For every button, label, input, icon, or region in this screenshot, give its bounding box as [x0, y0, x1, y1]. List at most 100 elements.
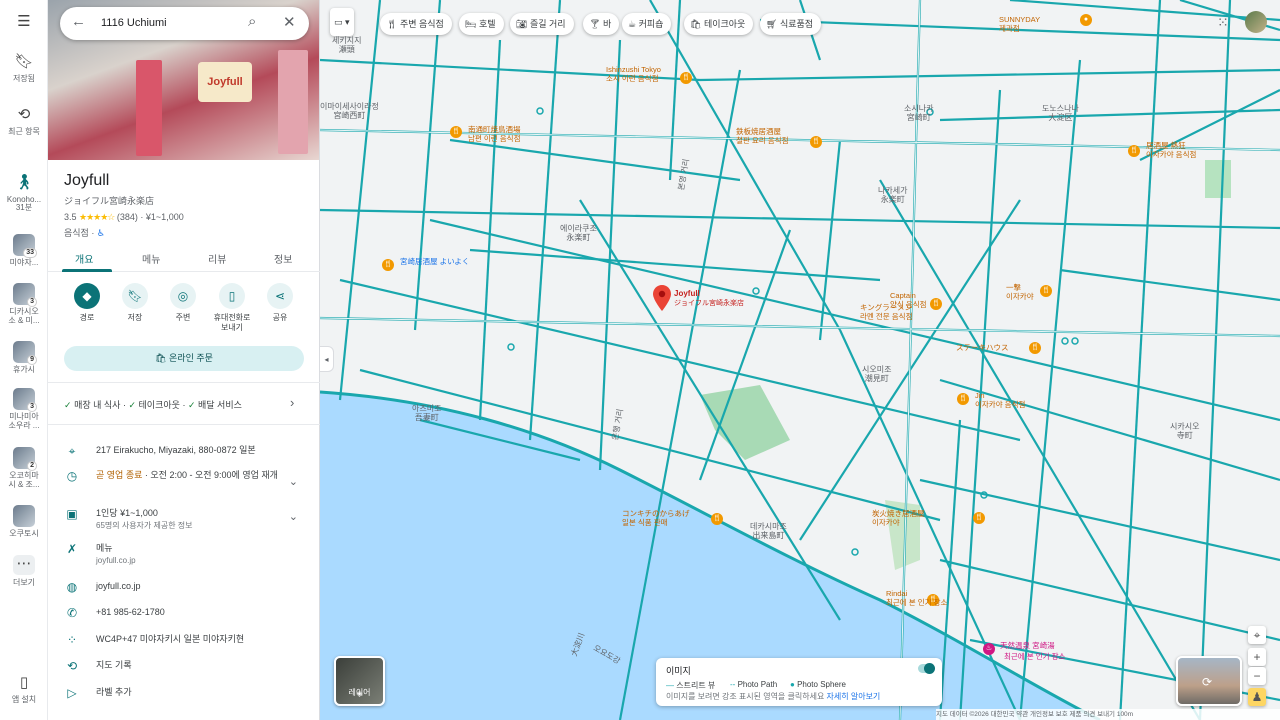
bakery-poi-icon[interactable]: ●	[1080, 14, 1092, 26]
rail-recent-place-5[interactable]: 2 오코히마 시 & 조...	[0, 447, 48, 490]
chip-groceries[interactable]: 🛒︎ 식료품점	[760, 13, 822, 35]
collapse-panel-button[interactable]: ◂	[320, 346, 334, 372]
map-type-toggle[interactable]: ▭ ▾	[330, 8, 354, 36]
poi-label[interactable]: 鉄板焼居酒屋 철판 요리 음식점	[736, 127, 788, 145]
dashed-line-icon: --	[730, 680, 738, 689]
label-icon: ▷	[67, 686, 77, 700]
restaurant-poi-icon[interactable]: 🍴︎	[957, 393, 969, 405]
area-label: 에이라쿠조 永楽町	[560, 224, 597, 243]
restaurant-poi-icon[interactable]: 🍴︎	[680, 72, 692, 84]
search-icon[interactable]: ⌕	[248, 13, 256, 30]
restaurant-poi-icon[interactable]: 🍴︎	[1040, 285, 1052, 297]
place-thumbnail: 3	[13, 388, 37, 412]
map-canvas[interactable]: ▭ ▾ 🍴︎ 주변 음식점 🛏︎ 호텔 📷︎ 즐길 거리 🍸︎ 바 ☕︎ 커피숍…	[320, 0, 1280, 720]
pegman-button[interactable]: ♟︎	[1248, 688, 1266, 706]
street-view-preview[interactable]: ⟳	[1176, 656, 1242, 706]
area-label: 데카시마조 出来島町	[750, 522, 787, 541]
online-order-button[interactable]: 🛍︎ 온라인 주문	[64, 346, 304, 371]
chip-restaurants[interactable]: 🍴︎ 주변 음식점	[380, 13, 452, 35]
poi-label[interactable]: 天然温泉 宮崎湯	[1000, 641, 1055, 651]
toggle-switch[interactable]	[918, 663, 935, 674]
send-to-phone-button[interactable]: ▯ 휴대전화로 보내기	[207, 283, 257, 332]
rail-more[interactable]: ⋯ 더보기	[0, 555, 48, 588]
selected-place-pin-icon[interactable]	[653, 285, 671, 311]
rail-saved[interactable]: 🔖︎ 저장됨	[0, 53, 48, 83]
restaurant-poi-icon[interactable]: 🍴︎	[1128, 145, 1140, 157]
my-location-button[interactable]: ⌖	[1248, 626, 1266, 644]
tab-overview[interactable]: 개요	[75, 251, 93, 266]
review-count[interactable]: (384)	[117, 212, 138, 222]
chip-hotels[interactable]: 🛏︎ 호텔	[459, 13, 504, 35]
poi-label[interactable]: ステーキハウス	[956, 343, 1009, 353]
restaurant-poi-icon[interactable]: 🍴︎	[450, 126, 462, 138]
chip-takeout[interactable]: 🛍︎ 테이크아웃	[684, 13, 754, 35]
share-button[interactable]: ⋖ 공유	[255, 283, 305, 323]
poi-label[interactable]: キングラーメン 라멘 전문 음식점	[860, 303, 912, 321]
tab-about[interactable]: 정보	[274, 251, 292, 266]
chevron-down-icon[interactable]: ⌄	[289, 475, 298, 488]
back-arrow-icon[interactable]: ←	[71, 13, 86, 30]
rail-recent-place-1[interactable]: 33 미야자...	[0, 234, 48, 268]
area-label: 세키지지 瀬頭	[332, 36, 362, 55]
cart-icon: 🛒︎	[766, 19, 780, 29]
chip-coffee[interactable]: ☕︎ 커피숍	[622, 13, 672, 35]
layers-button[interactable]: ◈ 레이어	[334, 656, 385, 706]
poi-label[interactable]: 炭火焼き居酒屋 이자카야	[872, 509, 925, 527]
save-button[interactable]: 🔖︎ 저장	[110, 283, 160, 323]
learn-more-link[interactable]: 자세히 알아보기	[827, 692, 881, 701]
restaurant-poi-icon[interactable]: 🍴︎	[711, 513, 723, 525]
chevron-right-icon[interactable]: ›	[290, 395, 294, 410]
zoom-in-button[interactable]: +	[1248, 648, 1266, 666]
close-icon[interactable]: ✕	[283, 13, 296, 31]
poi-label[interactable]: 一撃 이자카야	[1006, 283, 1034, 301]
poi-label[interactable]: Ishinzushi Tokyo 소시 이런 음식점	[606, 65, 661, 83]
rail-recent[interactable]: ⟲ 최근 항목	[0, 106, 48, 136]
chip-bars[interactable]: 🍸︎ 바	[583, 13, 620, 35]
history-icon: ⟲	[17, 106, 31, 123]
directions-button[interactable]: ◆ 경로	[62, 283, 112, 323]
rail-install-app[interactable]: ▯ 앱 설치	[0, 674, 48, 704]
poi-label[interactable]: コンキチのからあげ 일본 식품 판매	[622, 509, 690, 527]
tab-menu[interactable]: 메뉴	[142, 251, 160, 266]
place-rating[interactable]: 3.5 ★★★★☆ (384) · ¥1~1,000	[64, 212, 184, 223]
active-tab-indicator	[62, 269, 112, 272]
poi-label[interactable]: Jin 이자카야 음식점	[975, 391, 1025, 409]
search-input[interactable]: 1116 Uchiumi	[101, 17, 167, 29]
restaurant-poi-icon[interactable]: 🍴︎	[1029, 342, 1041, 354]
poi-label[interactable]: Rindai 최근에 본 인기 장소	[886, 589, 947, 607]
search-box[interactable]: ← 1116 Uchiumi ⌕ ✕	[60, 7, 309, 40]
service-options[interactable]: ✓ 매장 내 식사 · ✓ 테이크아웃 · ✓ 배달 서비스	[64, 398, 242, 411]
rail-recent-place-2[interactable]: 3 디카시오 소 & 미...	[0, 283, 48, 326]
poi-label[interactable]: 최근에 본 인기 장소	[1004, 652, 1065, 662]
chevron-left-icon: ◂	[324, 355, 329, 364]
poi-label[interactable]: SUNNYDAY 제과점	[999, 15, 1040, 33]
chevron-down-icon[interactable]: ⌄	[289, 510, 298, 523]
tab-reviews[interactable]: 리뷰	[208, 251, 226, 266]
legend-photo-sphere: ● Photo Sphere	[790, 680, 846, 689]
avatar[interactable]	[1245, 11, 1267, 33]
zoom-out-button[interactable]: −	[1248, 667, 1266, 685]
location-pin-icon: ⌖	[68, 444, 76, 458]
poi-label[interactable]: 宮崎居酒屋 よいよく	[400, 257, 469, 267]
restaurant-poi-icon[interactable]: 🍴︎	[810, 136, 822, 148]
restaurant-poi-icon[interactable]: 🍴︎	[382, 259, 394, 271]
chip-things-to-do[interactable]: 📷︎ 즐길 거리	[510, 13, 574, 35]
apps-grid-icon[interactable]: ⁙	[1217, 14, 1229, 31]
restaurant-poi-icon[interactable]: 🍴︎	[930, 298, 942, 310]
menu-icon: ☰	[17, 13, 31, 30]
place-thumbnail	[13, 505, 35, 527]
circle-icon: ●	[790, 680, 798, 689]
rail-recent-place-4[interactable]: 3 미나미아 소우라 ...	[0, 388, 48, 431]
rail-recent-place-6[interactable]: 오쿠토시	[0, 505, 48, 539]
nearby-button[interactable]: ◎ 주변	[158, 283, 208, 323]
restaurant-poi-icon[interactable]: 🍴︎	[973, 512, 985, 524]
spa-poi-icon[interactable]: ♨︎	[983, 643, 995, 655]
poi-label[interactable]: 居酒屋 熱狂 이자카야 음식점	[1146, 141, 1196, 159]
rail-recent-place-3[interactable]: 9 휴가시	[0, 341, 48, 375]
selected-place-label[interactable]: Joyfull ジョイフル宮崎永楽店	[674, 289, 744, 308]
poi-label[interactable]: 南通町焼鳥酒場 남편 이런 음식점	[468, 125, 521, 143]
coffee-icon: ☕︎	[628, 19, 639, 29]
rail-recent-route[interactable]: 🚶︎ Konoho... 31분	[0, 174, 48, 213]
place-subname: ジョイフル宮崎永楽店	[64, 196, 155, 206]
hamburger-menu-button[interactable]: ☰	[0, 13, 48, 35]
